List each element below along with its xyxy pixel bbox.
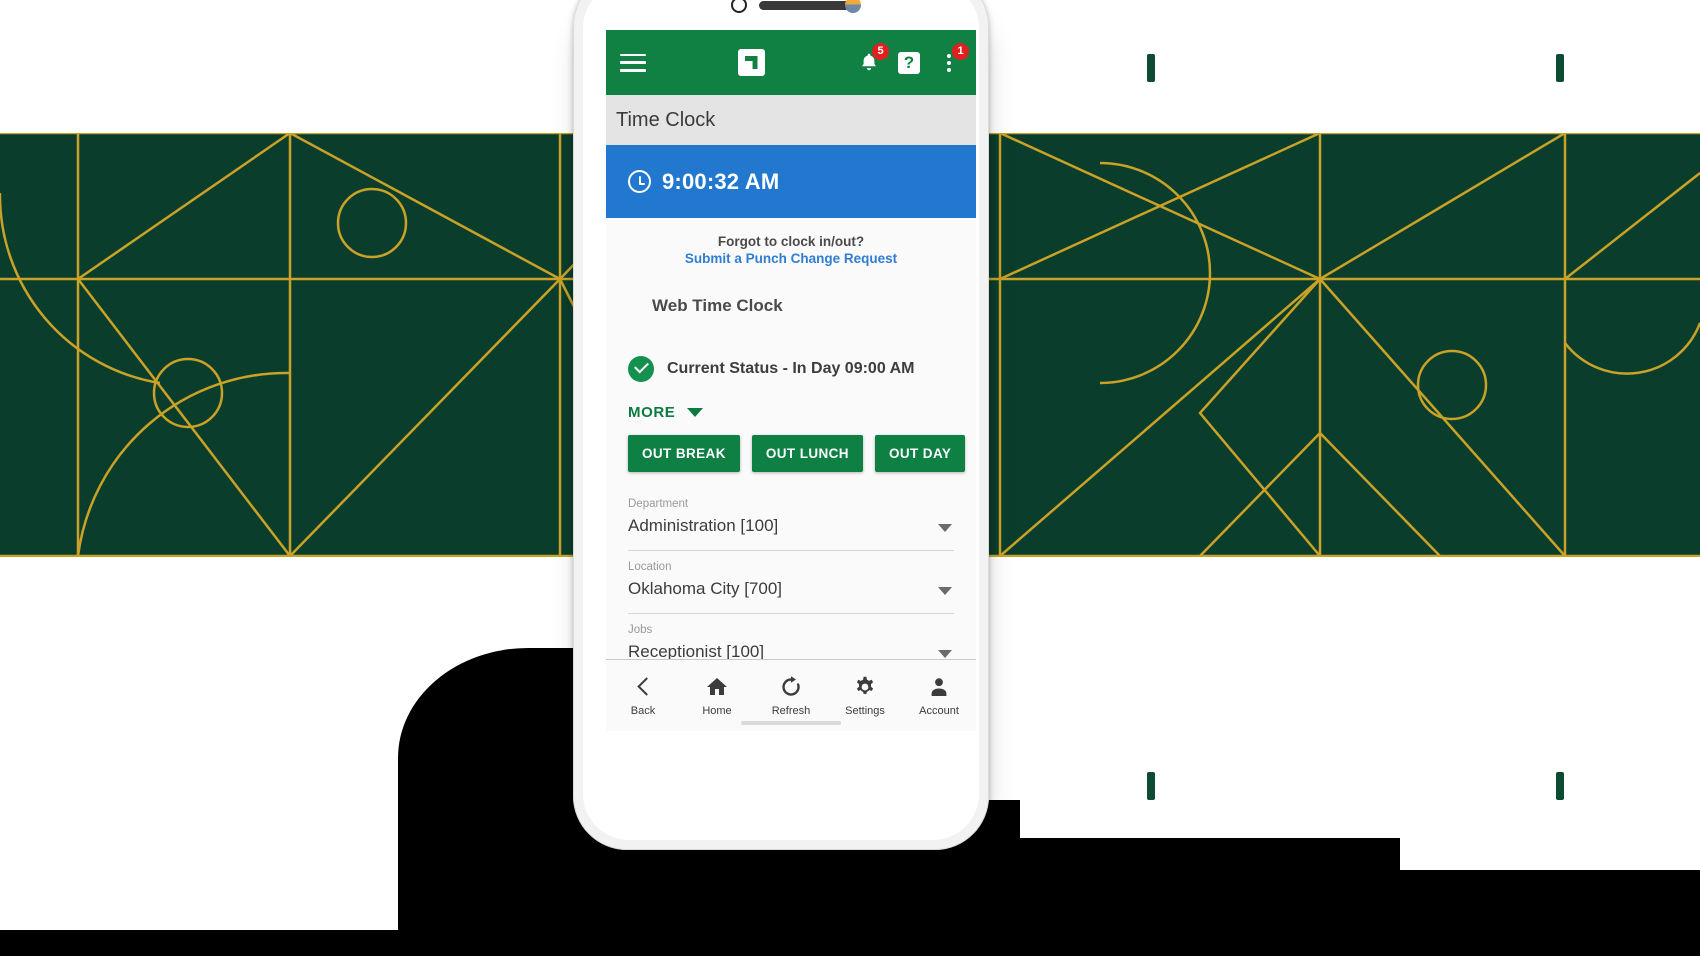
chevron-left-icon	[631, 675, 655, 699]
out-break-button[interactable]: OUT BREAK	[628, 435, 740, 472]
punch-actions: OUT BREAK OUT LUNCH OUT DAY	[606, 421, 976, 472]
nav-item-account[interactable]: Account	[902, 675, 976, 717]
notifications-button[interactable]: 5	[856, 42, 889, 76]
nav-item-settings[interactable]: Settings	[828, 675, 902, 717]
forgot-question: Forgot to clock in/out?	[717, 234, 865, 249]
nav-label-account: Account	[919, 704, 959, 717]
department-value: Administration [100]	[628, 516, 779, 535]
nav-item-refresh[interactable]: Refresh	[754, 675, 828, 717]
dropdown-arrow-icon	[938, 587, 952, 595]
more-label: MORE	[628, 404, 676, 421]
background-shape	[1020, 838, 1400, 956]
check-circle-icon	[628, 356, 654, 382]
current-status-row: Current Status - In Day 09:00 AM	[606, 316, 976, 382]
punch-change-block: Forgot to clock in/out? Submit a Punch C…	[606, 218, 976, 266]
overflow-badge: 1	[952, 42, 969, 60]
allocation-fields: Department Administration [100] Location…	[606, 472, 976, 677]
dropdown-arrow-icon	[938, 524, 952, 532]
out-day-button[interactable]: OUT DAY	[874, 435, 966, 472]
background-shape	[1400, 870, 1700, 956]
background-shape	[398, 648, 580, 956]
kebab-menu-icon	[947, 53, 951, 72]
paycom-logo-icon	[737, 49, 765, 76]
nav-label-back: Back	[630, 704, 656, 717]
department-label: Department	[628, 498, 689, 510]
out-lunch-button[interactable]: OUT LUNCH	[751, 435, 863, 472]
front-camera-icon	[731, 0, 747, 13]
punch-change-request-link[interactable]: Submit a Punch Change Request	[606, 251, 976, 266]
side-button	[1147, 772, 1155, 800]
side-button	[1556, 54, 1564, 82]
page-title: Time Clock	[616, 108, 716, 131]
screenshot-root: 5 ? 1 Time Clock 9:00:32 AM Forgot to cl…	[0, 0, 1700, 956]
background-shape	[0, 930, 400, 956]
dropdown-arrow-icon	[938, 650, 952, 658]
hamburger-menu-icon[interactable]	[620, 53, 646, 72]
sensor-icon	[845, 0, 861, 13]
department-select[interactable]: Department Administration [100]	[628, 498, 954, 551]
location-value: Oklahoma City [700]	[628, 579, 783, 598]
current-time-banner: 9:00:32 AM	[606, 145, 976, 218]
phone-screen: 5 ? 1 Time Clock 9:00:32 AM Forgot to cl…	[606, 0, 976, 731]
brand-logo	[646, 49, 856, 76]
phone-bezel: 5 ? 1 Time Clock 9:00:32 AM Forgot to cl…	[583, 0, 979, 840]
person-icon	[931, 677, 947, 696]
earpiece-speaker	[759, 1, 859, 10]
clock-icon	[628, 170, 651, 193]
side-button	[1556, 772, 1564, 800]
jobs-label: Jobs	[628, 624, 653, 636]
help-button[interactable]: ?	[896, 50, 922, 76]
page-header: Time Clock	[606, 95, 976, 145]
web-time-clock-heading: Web Time Clock	[652, 296, 783, 315]
refresh-icon	[782, 675, 800, 696]
chevron-down-icon	[687, 408, 704, 417]
app-bar: 5 ? 1	[606, 30, 976, 95]
device-status-bar	[606, 0, 976, 30]
nav-item-back[interactable]: Back	[606, 675, 680, 717]
page-content: 9:00:32 AM Forgot to clock in/out? Submi…	[606, 145, 976, 731]
phone-mockup: 5 ? 1 Time Clock 9:00:32 AM Forgot to cl…	[573, 0, 1564, 850]
gear-icon	[856, 676, 874, 694]
nav-label-refresh: Refresh	[771, 704, 811, 717]
nav-item-home[interactable]: Home	[680, 675, 754, 717]
location-select[interactable]: Location Oklahoma City [700]	[628, 561, 954, 614]
app-bar-actions: 5 ? 1	[856, 42, 969, 76]
phone-body: 5 ? 1 Time Clock 9:00:32 AM Forgot to cl…	[573, 0, 989, 850]
nav-label-home: Home	[702, 704, 732, 717]
side-button	[1147, 54, 1155, 82]
home-indicator	[741, 721, 841, 725]
more-toggle[interactable]: MORE	[606, 382, 976, 421]
question-mark-icon: ?	[898, 51, 920, 74]
nav-label-settings: Settings	[845, 704, 885, 717]
home-icon	[707, 677, 727, 695]
current-time: 9:00:32 AM	[662, 168, 780, 194]
current-status-text: Current Status - In Day 09:00 AM	[667, 360, 915, 377]
overflow-menu-button[interactable]: 1	[936, 42, 969, 76]
notifications-badge: 5	[872, 42, 889, 60]
location-label: Location	[628, 561, 672, 573]
